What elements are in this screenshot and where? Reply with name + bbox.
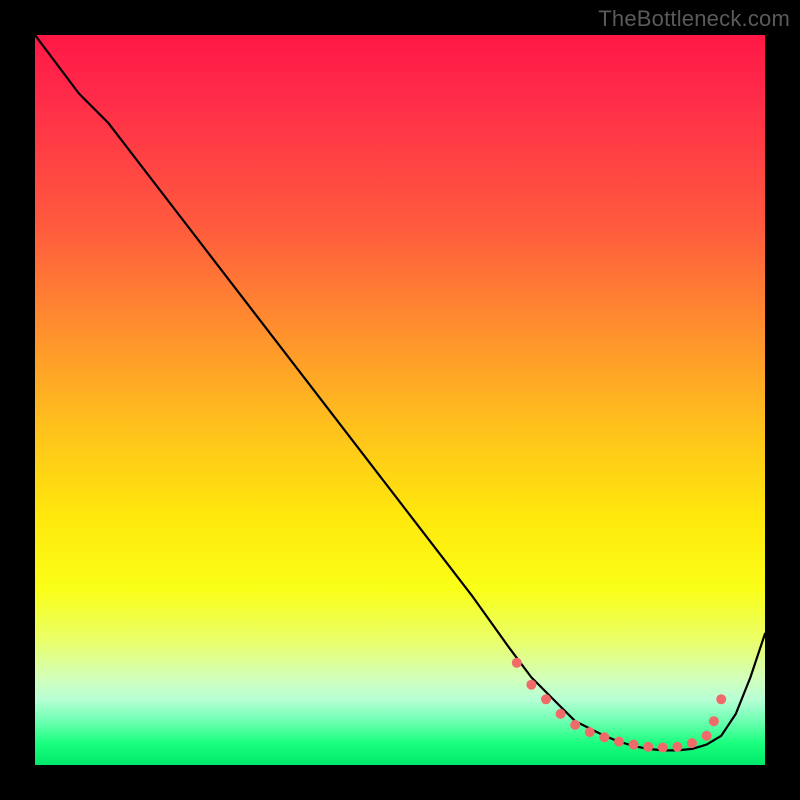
marker-dot [512,658,522,668]
marker-dot [541,694,551,704]
marker-dot [556,709,566,719]
marker-dot [585,727,595,737]
highlight-markers [512,658,726,753]
plot-area [35,35,765,765]
marker-dot [672,742,682,752]
chart-overlay-svg [35,35,765,765]
marker-dot [716,694,726,704]
marker-dot [643,742,653,752]
marker-dot [526,680,536,690]
marker-dot [599,732,609,742]
marker-dot [709,716,719,726]
marker-dot [658,743,668,753]
chart-frame: TheBottleneck.com [0,0,800,800]
marker-dot [629,740,639,750]
marker-dot [614,737,624,747]
marker-dot [702,731,712,741]
curve-line [35,35,765,750]
marker-dot [570,720,580,730]
source-watermark: TheBottleneck.com [598,6,790,32]
marker-dot [687,738,697,748]
